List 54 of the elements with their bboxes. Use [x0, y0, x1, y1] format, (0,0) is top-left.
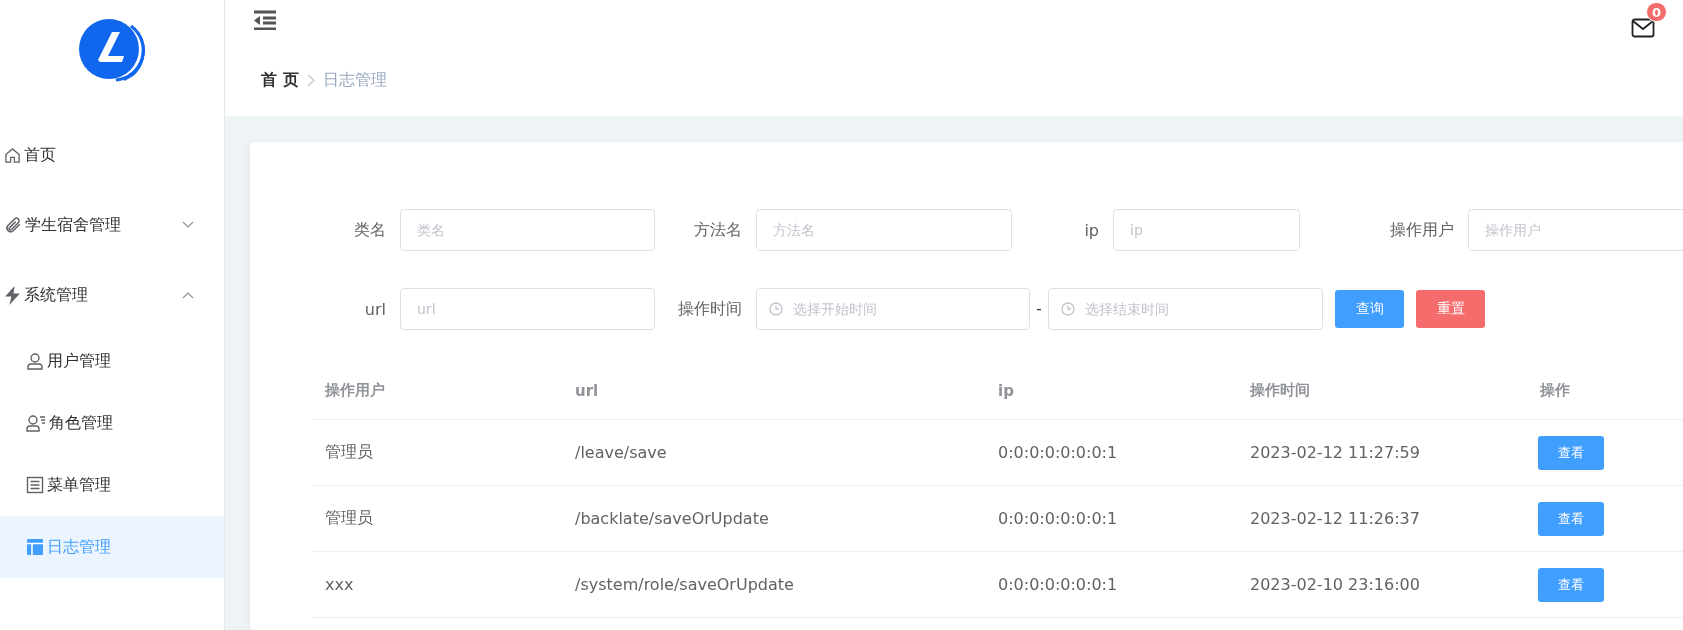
date-field[interactable]: 选择结束时间 — [1048, 288, 1323, 330]
table-cell-text: 0:0:0:0:0:0:0:1 — [997, 509, 1119, 528]
sidebar-item[interactable]: 学生宿舍管理 — [0, 190, 224, 260]
table-cell-text: /system/role/saveOrUpdate — [574, 575, 795, 594]
user-list-icon — [26, 414, 46, 432]
mail-icon[interactable] — [1631, 18, 1655, 38]
column-header: url — [574, 381, 600, 400]
table-cell-text: 2023-02-12 11:26:37 — [1249, 509, 1421, 528]
notification-badge: 0 — [1645, 2, 1667, 22]
home-icon — [4, 146, 21, 164]
table-icon — [26, 538, 44, 556]
range-separator: - — [1035, 300, 1043, 318]
breadcrumb-item: 日志管理 — [322, 69, 387, 91]
table-cell-text: 0:0:0:0:0:0:0:1 — [997, 575, 1119, 594]
column-header: 操作时间 — [1249, 381, 1311, 400]
sidebar-item[interactable]: 角色管理 — [0, 392, 224, 454]
column-header: 操作 — [1539, 381, 1571, 400]
table-cell-text: 2023-02-12 11:27:59 — [1249, 443, 1421, 462]
input-field[interactable]: ip — [1113, 209, 1300, 251]
chevron-up-icon — [182, 291, 194, 299]
table-cell-text: 0:0:0:0:0:0:0:1 — [997, 443, 1119, 462]
table-cell-text: 管理员 — [324, 508, 374, 529]
input-field[interactable]: url — [400, 288, 655, 330]
table-cell-text: /leave/save — [574, 443, 668, 462]
field-label: url — [363, 299, 387, 319]
breadcrumb-item[interactable]: 首 页 — [261, 69, 299, 91]
table-cell-text: xxx — [324, 575, 355, 594]
field-label: 操作用户 — [1389, 219, 1455, 241]
input-field[interactable]: 操作用户 — [1468, 209, 1683, 251]
chevron-right-icon — [306, 73, 315, 87]
chevron-down-icon — [182, 221, 194, 229]
column-header: ip — [997, 381, 1015, 400]
field-label: 类名 — [353, 219, 387, 241]
input-field[interactable]: 类名 — [400, 209, 655, 251]
list-icon — [26, 476, 44, 494]
paperclip-icon — [4, 216, 22, 234]
lightning-icon — [4, 285, 21, 305]
user-icon — [26, 352, 44, 370]
table-cell-text: 管理员 — [324, 442, 374, 463]
clock-icon — [1061, 302, 1075, 316]
menu-collapse-icon[interactable] — [253, 10, 277, 30]
field-label: 操作时间 — [677, 298, 743, 320]
column-header: 操作用户 — [324, 381, 386, 400]
table-cell-text: /backlate/saveOrUpdate — [574, 509, 770, 528]
sidebar-item[interactable]: 系统管理 — [0, 260, 224, 330]
date-field[interactable]: 选择开始时间 — [756, 288, 1030, 330]
field-label: 方法名 — [693, 219, 743, 241]
clock-icon — [769, 302, 783, 316]
sidebar-item[interactable]: 用户管理 — [0, 330, 224, 392]
field-label: ip — [1083, 220, 1100, 240]
input-field[interactable]: 方法名 — [756, 209, 1012, 251]
sidebar-item[interactable]: 首页 — [0, 120, 224, 190]
table-cell-text: 2023-02-10 23:16:00 — [1249, 575, 1421, 594]
sidebar-item[interactable]: 菜单管理 — [0, 454, 224, 516]
